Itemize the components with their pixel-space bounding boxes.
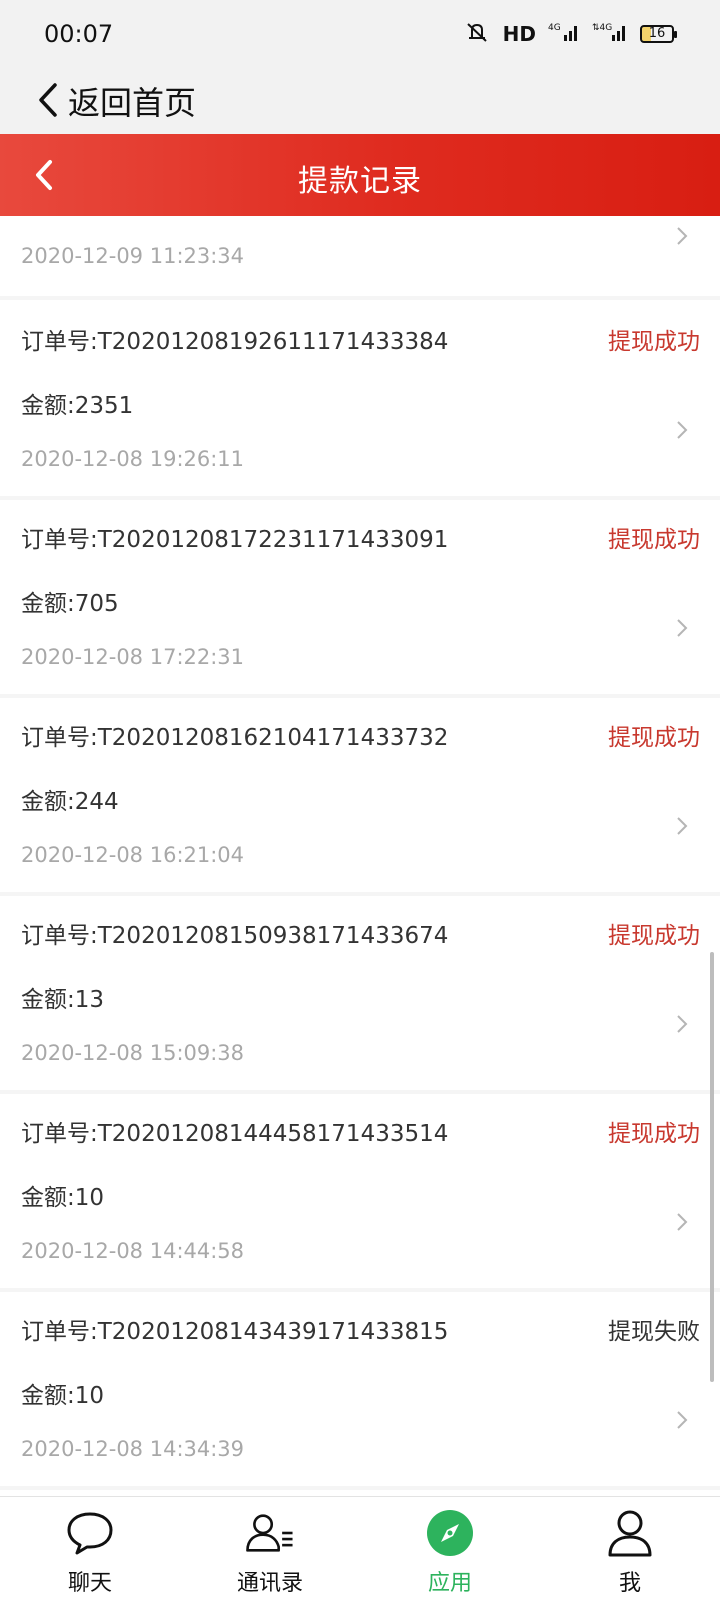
signal-icon-1: 4G [548, 21, 580, 47]
chevron-right-icon [674, 418, 690, 442]
svg-text:4G: 4G [548, 23, 561, 33]
status-text: 提现成功 [608, 1121, 700, 1147]
back-arrow-icon[interactable] [28, 80, 68, 120]
record-time: 2020-12-08 15:09:38 [21, 1041, 245, 1065]
tab-contacts[interactable]: 通讯录 [180, 1497, 360, 1600]
tab-label: 我 [618, 1571, 641, 1596]
amount-text: 金额:2351 [21, 393, 134, 419]
amount-text: 金额:244 [21, 789, 119, 815]
chevron-right-icon [674, 224, 690, 248]
hd-indicator: HD [502, 22, 536, 46]
record-time: 2020-12-08 14:34:39 [21, 1437, 245, 1461]
list-item[interactable]: 订单号:T20201208192611171433384 提现成功 金额:235… [0, 300, 720, 500]
record-time: 2020-12-08 17:22:31 [21, 645, 245, 669]
battery-icon: 16 [640, 25, 677, 43]
chevron-right-icon [674, 1408, 690, 1432]
status-bar: 00:07 HD 4G ⇅4G 16 [0, 0, 720, 64]
status-text: 提现成功 [608, 527, 700, 553]
top-nav: 返回首页 [0, 64, 720, 134]
order-number: 订单号:T20201208162104171433732 [21, 725, 449, 751]
tab-label: 通讯录 [236, 1571, 303, 1596]
chevron-right-icon [674, 1012, 690, 1036]
list-item[interactable]: 订单号:T20201208143439171433815 提现失败 金额:10 … [0, 1290, 720, 1490]
scrollbar[interactable] [710, 952, 714, 1382]
tab-label: 应用 [427, 1571, 472, 1596]
record-time: 2020-12-08 14:44:58 [21, 1239, 245, 1263]
list-item[interactable]: 订单号:T20201208172231171433091 提现成功 金额:705… [0, 498, 720, 698]
tab-label: 聊天 [67, 1571, 112, 1596]
record-time: 2020-12-09 11:23:34 [21, 244, 245, 268]
record-time: 2020-12-08 19:26:11 [21, 447, 245, 471]
order-number: 订单号:T20201208172231171433091 [21, 527, 449, 553]
status-text: 提现失败 [608, 1319, 700, 1345]
list-item[interactable]: 订单号:T20201208162104171433732 提现成功 金额:244… [0, 696, 720, 896]
chevron-right-icon [674, 616, 690, 640]
signal-icon-2: ⇅4G [592, 21, 628, 47]
compass-icon [424, 1507, 476, 1559]
list-item[interactable]: 订单号:T20201208150938171433674 提现成功 金额:13 … [0, 894, 720, 1094]
list-item[interactable]: 订单号:T20201208144458171433514 提现成功 金额:10 … [0, 1092, 720, 1292]
order-number: 订单号:T20201208143439171433815 [21, 1319, 449, 1345]
tab-me[interactable]: 我 [540, 1497, 720, 1600]
person-icon [604, 1507, 656, 1559]
mute-bell-icon [463, 21, 491, 47]
status-icons: HD 4G ⇅4G 16 [463, 21, 677, 47]
order-number: 订单号:T20201208150938171433674 [21, 923, 449, 949]
order-number: 订单号:T20201208192611171433384 [21, 329, 449, 355]
list-item-partial[interactable]: 2020-12-09 11:23:34 [0, 216, 720, 300]
tab-chat[interactable]: 聊天 [0, 1497, 180, 1600]
amount-text: 金额:10 [21, 1383, 105, 1409]
amount-text: 金额:13 [21, 987, 105, 1013]
order-number: 订单号:T20201208144458171433514 [21, 1121, 449, 1147]
svg-text:⇅4G: ⇅4G [592, 23, 612, 33]
contacts-icon [244, 1507, 296, 1559]
page-title: 提款记录 [298, 164, 422, 199]
status-text: 提现成功 [608, 725, 700, 751]
amount-text: 金额:705 [21, 591, 119, 617]
bottom-tab-bar: 聊天 通讯录 应用 我 [0, 1496, 720, 1600]
status-time: 00:07 [44, 20, 114, 48]
status-text: 提现成功 [608, 329, 700, 355]
chat-icon [64, 1507, 116, 1559]
page-header: 提款记录 [0, 134, 720, 216]
back-home-link[interactable]: 返回首页 [68, 78, 196, 124]
amount-text: 金额:10 [21, 1185, 105, 1211]
tab-apps[interactable]: 应用 [360, 1497, 540, 1600]
withdrawal-record-list[interactable]: 2020-12-09 11:23:34 订单号:T202012081926111… [0, 216, 720, 1496]
chevron-right-icon [674, 814, 690, 838]
chevron-right-icon [674, 1210, 690, 1234]
status-text: 提现成功 [608, 923, 700, 949]
record-time: 2020-12-08 16:21:04 [21, 843, 245, 867]
